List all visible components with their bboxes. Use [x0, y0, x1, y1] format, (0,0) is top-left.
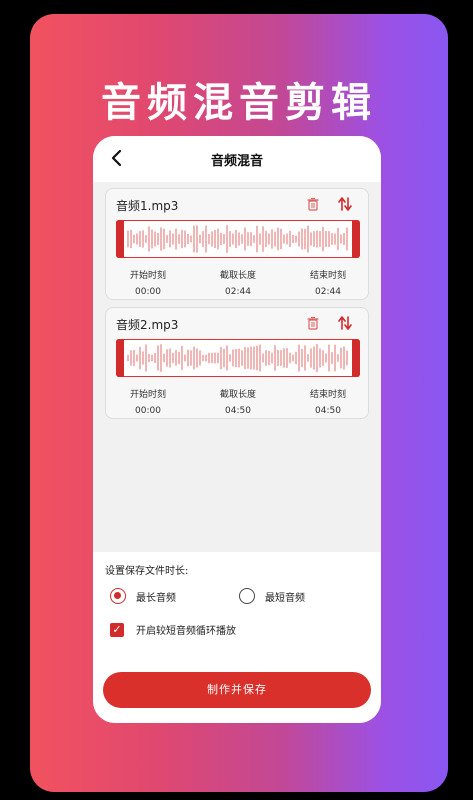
page-title: 音频混音 [210, 154, 263, 169]
start-time-value: 00:00 [135, 406, 161, 416]
audio-clip-card: 音频2.mp3 开始时刻 00:00 截取长度 04:50 结束时刻 04:50 [105, 307, 369, 419]
radio-shortest-audio[interactable]: 最短音频 [239, 588, 305, 604]
promo-headline: 音频混音剪辑 [101, 80, 377, 126]
loop-shorter-label: 开启较短音频循环播放 [136, 626, 236, 637]
clip-length-label: 截取长度 [219, 390, 256, 400]
waveform-track[interactable] [116, 339, 360, 377]
end-time-label: 结束时刻 [309, 271, 346, 281]
start-time: 开始时刻 00:00 [108, 387, 188, 416]
start-time-value: 00:00 [135, 287, 161, 297]
clip-filename: 音频1.mp3 [116, 199, 179, 213]
clip-filename: 音频2.mp3 [116, 318, 179, 332]
clip-length-value: 04:50 [225, 406, 251, 416]
radio-longest-audio[interactable]: 最长音频 [110, 588, 176, 604]
waveform [127, 225, 348, 253]
end-time-value: 02:44 [315, 287, 341, 297]
make-and-save-button[interactable]: 制作并保存 [103, 672, 371, 708]
trim-handle-start[interactable] [116, 220, 124, 258]
end-time: 结束时刻 02:44 [288, 268, 368, 297]
radio-button-selected[interactable] [110, 588, 126, 604]
trash-icon[interactable] [306, 197, 320, 211]
start-time: 开始时刻 00:00 [108, 268, 188, 297]
waveform-track[interactable] [116, 220, 360, 258]
end-time-label: 结束时刻 [309, 390, 346, 400]
swap-vertical-icon[interactable] [338, 315, 352, 331]
clip-length: 截取长度 04:50 [198, 387, 278, 416]
start-time-label: 开始时刻 [129, 271, 166, 281]
trim-handle-start[interactable] [116, 339, 124, 377]
clip-length-label: 截取长度 [219, 271, 256, 281]
app-screen: 音频混音 音频1.mp3 开始时刻 00:00 截取长度 02:44 结束时刻 … [93, 136, 381, 723]
loop-shorter-checkbox-row[interactable]: ✓ 开启较短音频循环播放 [110, 622, 236, 637]
waveform [127, 344, 348, 372]
trim-handle-end[interactable] [352, 339, 360, 377]
save-duration-label: 设置保存文件时长: [105, 566, 189, 577]
audio-clip-card: 音频1.mp3 开始时刻 00:00 截取长度 02:44 结束时刻 02:44 [105, 188, 369, 300]
end-time: 结束时刻 04:50 [288, 387, 368, 416]
save-settings-panel: 设置保存文件时长: 最长音频 最短音频 ✓ 开启较短音频循环播放 制作并保存 [93, 552, 381, 723]
clip-length-value: 02:44 [225, 287, 251, 297]
clip-length: 截取长度 02:44 [198, 268, 278, 297]
radio-shortest-label: 最短音频 [265, 592, 305, 604]
radio-button[interactable] [239, 588, 255, 604]
trash-icon[interactable] [306, 316, 320, 330]
checkbox-checked[interactable]: ✓ [110, 622, 124, 637]
top-bar: 音频混音 [93, 136, 381, 182]
swap-vertical-icon[interactable] [338, 196, 352, 212]
end-time-value: 04:50 [315, 406, 341, 416]
start-time-label: 开始时刻 [129, 390, 166, 400]
trim-handle-end[interactable] [352, 220, 360, 258]
radio-longest-label: 最长音频 [136, 592, 176, 604]
